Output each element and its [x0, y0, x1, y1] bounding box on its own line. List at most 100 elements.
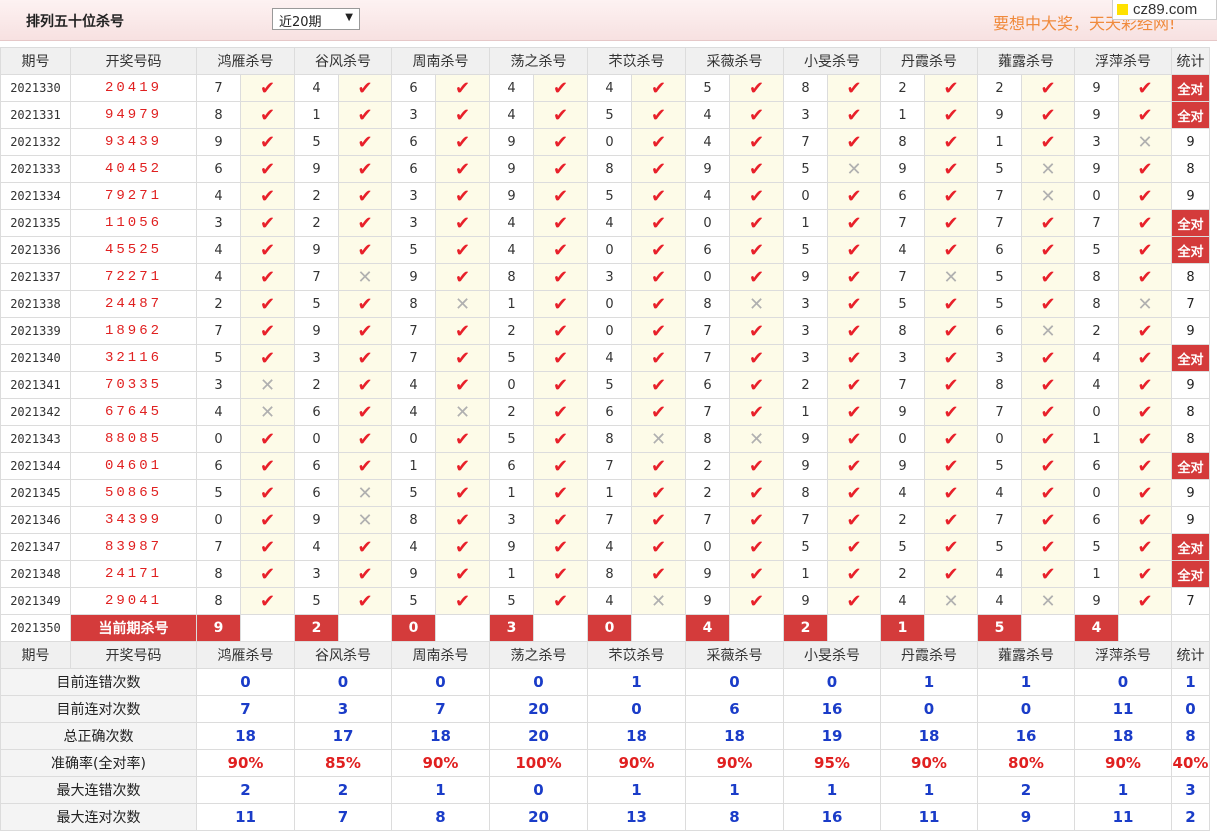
current-kill-number: 2: [294, 614, 339, 642]
check-mark-icon: ✔: [729, 587, 784, 615]
cross-mark-icon: ✕: [827, 155, 881, 183]
check-mark-icon: ✔: [924, 344, 978, 372]
check-mark-icon: ✔: [240, 155, 295, 183]
current-kill-label: 当前期杀号: [70, 614, 197, 642]
check-mark-icon: ✔: [729, 506, 784, 534]
kill-number-cell: 9: [880, 155, 925, 183]
table-row: 2021334 79271 4 ✔ 2 ✔ 3 ✔ 9 ✔ 5 ✔ 4 ✔ 0 ✔ 6 ✔ 7 ✕ 0 ✔ 9: [0, 182, 1210, 210]
cross-mark-icon: ✕: [1021, 155, 1075, 183]
check-mark-icon: ✔: [533, 398, 588, 426]
column-header: 小旻杀号: [783, 47, 881, 75]
stats-row: 总正确次数 18 17 18 20 18 18 19 18 16 18 8: [0, 722, 1210, 750]
check-mark-icon: ✔: [729, 371, 784, 399]
stats-value: 90%: [587, 749, 686, 777]
check-mark-icon: ✔: [924, 425, 978, 453]
check-mark-icon: ✔: [631, 236, 686, 264]
check-mark-icon: ✔: [827, 479, 881, 507]
kill-number-cell: 9: [977, 101, 1022, 129]
column-header: 荡之杀号: [489, 47, 588, 75]
check-mark-icon: ✔: [924, 101, 978, 129]
draw-number-cell: 40452: [70, 155, 197, 183]
check-mark-icon: ✔: [729, 101, 784, 129]
period-cell: 2021342: [0, 398, 71, 426]
check-mark-icon: ✔: [827, 101, 881, 129]
row-total-cell: 全对: [1171, 101, 1210, 129]
kill-number-cell: 6: [489, 452, 534, 480]
kill-number-cell: 6: [196, 452, 241, 480]
check-mark-icon: ✔: [240, 236, 295, 264]
stats-value: 0: [1171, 695, 1210, 723]
stats-value: 18: [196, 722, 295, 750]
empty-cell: [240, 614, 295, 642]
draw-number-cell: 32116: [70, 344, 197, 372]
column-header: 周南杀号: [391, 47, 490, 75]
table-row: 2021341 70335 3 ✕ 2 ✔ 4 ✔ 0 ✔ 5 ✔ 6 ✔ 2 ✔ 7 ✔ 8 ✔ 4 ✔ 9: [0, 371, 1210, 399]
table-row: 2021336 45525 4 ✔ 9 ✔ 5 ✔ 4 ✔ 0 ✔ 6 ✔ 5 ✔ 4 ✔ 6 ✔ 5 ✔ 全对: [0, 236, 1210, 264]
check-mark-icon: ✔: [435, 344, 490, 372]
stats-value: 0: [977, 695, 1075, 723]
period-cell: 2021348: [0, 560, 71, 588]
column-header: 蕹露杀号: [977, 47, 1075, 75]
period-cell: 2021335: [0, 209, 71, 237]
kill-number-cell: 5: [391, 236, 436, 264]
check-mark-icon: ✔: [240, 182, 295, 210]
check-mark-icon: ✔: [1021, 101, 1075, 129]
stats-value: 2: [294, 776, 392, 804]
column-header: 期号: [0, 641, 71, 669]
check-mark-icon: ✔: [1118, 182, 1172, 210]
stats-value: 8: [391, 803, 490, 831]
check-mark-icon: ✔: [1021, 209, 1075, 237]
stats-value: 18: [587, 722, 686, 750]
period-cell: 2021347: [0, 533, 71, 561]
check-mark-icon: ✔: [533, 506, 588, 534]
check-mark-icon: ✔: [338, 587, 392, 615]
check-mark-icon: ✔: [533, 344, 588, 372]
kill-number-cell: 7: [196, 317, 241, 345]
table-row: 2021339 18962 7 ✔ 9 ✔ 7 ✔ 2 ✔ 0 ✔ 7 ✔ 3 ✔ 8 ✔ 6 ✕ 2 ✔ 9: [0, 317, 1210, 345]
kill-number-cell: 5: [685, 74, 730, 102]
kill-number-cell: 7: [977, 398, 1022, 426]
check-mark-icon: ✔: [924, 182, 978, 210]
kill-number-cell: 4: [587, 74, 632, 102]
check-mark-icon: ✔: [1118, 371, 1172, 399]
site-logo[interactable]: cz89.com: [1112, 0, 1217, 20]
logo-text: cz89.com: [1133, 1, 1198, 18]
period-range-select[interactable]: 近20期 ▼: [272, 8, 360, 30]
check-mark-icon: ✔: [924, 533, 978, 561]
kill-number-cell: 9: [1074, 587, 1119, 615]
table-row: 2021347 83987 7 ✔ 4 ✔ 4 ✔ 9 ✔ 4 ✔ 0 ✔ 5 ✔ 5 ✔ 5 ✔ 5 ✔ 全对: [0, 533, 1210, 561]
stats-value: 20: [489, 722, 588, 750]
kill-number-cell: 7: [587, 506, 632, 534]
check-mark-icon: ✔: [533, 101, 588, 129]
stats-label: 最大连对次数: [0, 803, 197, 831]
row-total-cell: 9: [1171, 506, 1210, 534]
check-mark-icon: ✔: [924, 74, 978, 102]
stats-value: 8: [1171, 722, 1210, 750]
check-mark-icon: ✔: [1021, 128, 1075, 156]
kill-number-cell: 3: [783, 101, 828, 129]
stats-value: 1: [783, 776, 881, 804]
kill-number-cell: 3: [783, 290, 828, 318]
draw-number-cell: 29041: [70, 587, 197, 615]
stats-value: 0: [196, 668, 295, 696]
kill-number-cell: 1: [391, 452, 436, 480]
kill-number-cell: 7: [685, 344, 730, 372]
stats-value: 1: [391, 776, 490, 804]
check-mark-icon: ✔: [338, 398, 392, 426]
check-mark-icon: ✔: [827, 209, 881, 237]
check-mark-icon: ✔: [533, 533, 588, 561]
check-mark-icon: ✔: [827, 533, 881, 561]
kill-number-cell: 5: [977, 533, 1022, 561]
stats-value: 1: [587, 776, 686, 804]
table-row: 2021348 24171 8 ✔ 3 ✔ 9 ✔ 1 ✔ 8 ✔ 9 ✔ 1 ✔ 2 ✔ 4 ✔ 1 ✔ 全对: [0, 560, 1210, 588]
check-mark-icon: ✔: [435, 533, 490, 561]
header-row-repeat: 期号 开奖号码 鸿雁杀号 谷风杀号 周南杀号 荡之杀号 芣苡杀号 采薇杀号 小旻杀号 丹霞杀号 蕹露…: [0, 641, 1210, 669]
draw-number-cell: 24487: [70, 290, 197, 318]
kill-number-cell: 9: [783, 587, 828, 615]
kill-number-cell: 8: [391, 506, 436, 534]
cross-mark-icon: ✕: [1118, 290, 1172, 318]
stats-value: 1: [977, 668, 1075, 696]
kill-number-cell: 6: [391, 155, 436, 183]
stats-value: 100%: [489, 749, 588, 777]
kill-number-cell: 0: [880, 425, 925, 453]
